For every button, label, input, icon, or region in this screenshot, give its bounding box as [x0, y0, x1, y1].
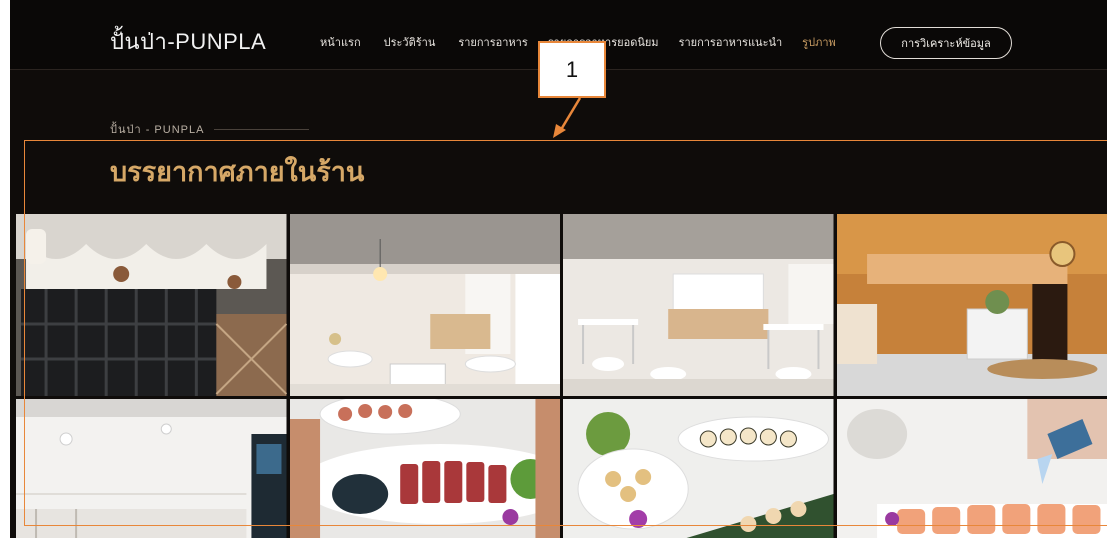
food-icon	[836, 399, 1107, 538]
breadcrumb-divider	[214, 128, 310, 130]
nav-home[interactable]: หน้าแรก	[320, 33, 361, 51]
annotation-arrow-icon	[553, 97, 582, 138]
table-plant-drink-photo[interactable]	[836, 214, 1107, 396]
food-icon	[563, 399, 834, 538]
storefront-photo[interactable]	[16, 214, 287, 396]
interior-icon	[289, 214, 560, 396]
nav-gallery[interactable]: รูปภาพ	[802, 33, 836, 51]
nav-menu[interactable]: รายการอาหาร	[458, 33, 527, 51]
interior-icon	[563, 214, 834, 396]
annotation-number-badge: 1	[538, 41, 606, 98]
nav-history[interactable]: ประวัติร้าน	[384, 33, 436, 51]
breadcrumb-text: ปั้นป่า - PUNPLA	[110, 124, 205, 136]
breadcrumb: ปั้นป่า - PUNPLA	[110, 120, 310, 138]
storefront-icon	[16, 214, 287, 396]
page-title: บรรยากาศภายในร้าน	[110, 157, 365, 188]
white-room-photo[interactable]	[16, 399, 287, 538]
sushi-platter-photo[interactable]	[563, 399, 834, 538]
dining-room-chandelier-photo[interactable]	[289, 214, 560, 396]
torch-sushi-photo[interactable]	[836, 399, 1107, 538]
dining-room-bar-photo[interactable]	[563, 214, 834, 396]
photo-gallery	[16, 214, 1107, 538]
seared-tuna-dish-photo[interactable]	[289, 399, 560, 538]
site-logo[interactable]: ปั้นป่า-PUNPLA	[110, 24, 266, 59]
nav-recommended[interactable]: รายการอาหารแนะนำ	[679, 33, 783, 51]
plant-icon	[836, 214, 1107, 396]
website-frame: ปั้นป่า-PUNPLA หน้าแรก ประวัติร้าน รายกา…	[10, 0, 1107, 538]
interior-icon	[16, 399, 287, 538]
data-analysis-button[interactable]: การวิเคราะห์ข้อมูล	[880, 27, 1012, 59]
food-icon	[289, 399, 560, 538]
